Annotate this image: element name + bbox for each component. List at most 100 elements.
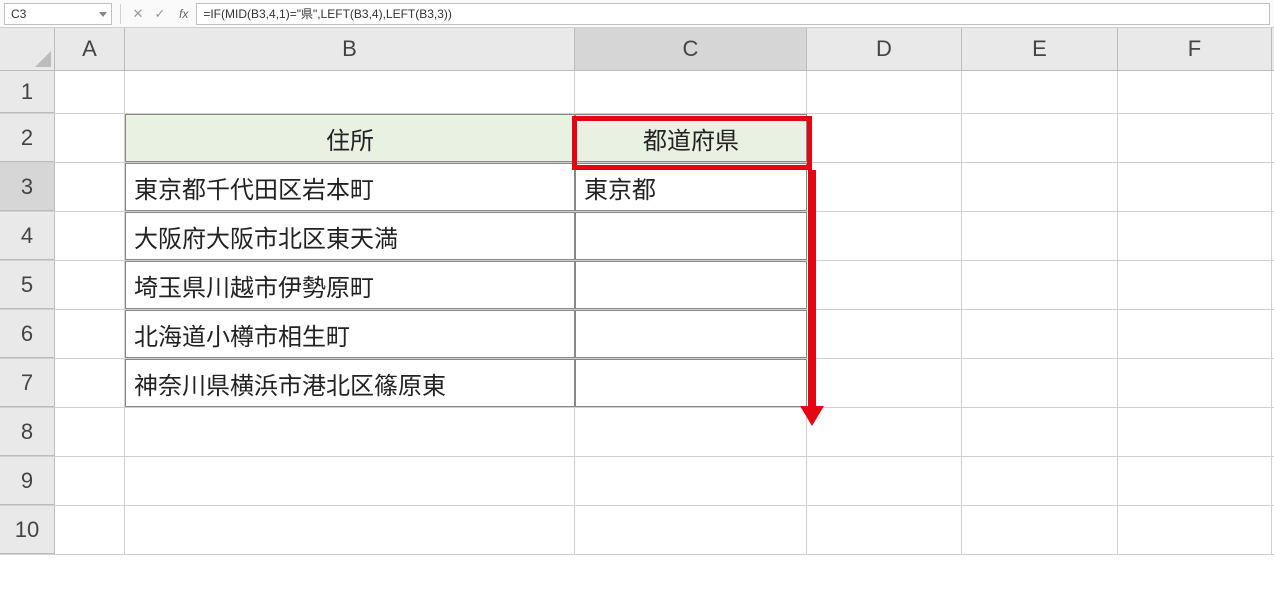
cell-F1[interactable]	[1118, 71, 1272, 113]
cell-A4[interactable]	[55, 212, 125, 260]
row-4: 4 大阪府大阪市北区東天満	[0, 212, 1274, 261]
cell-B6[interactable]: 北海道小樽市相生町	[125, 310, 575, 358]
cell-E4[interactable]	[962, 212, 1118, 260]
row-header-9[interactable]: 9	[0, 457, 55, 505]
col-header-A[interactable]: A	[55, 28, 125, 70]
spreadsheet-grid: A B C D E F 1 2 住所 都道府県 3 東京都千代田区岩本町 東京都…	[0, 28, 1274, 555]
cell-C5[interactable]	[575, 261, 807, 309]
cell-A8[interactable]	[55, 408, 125, 456]
cell-B8[interactable]	[125, 408, 575, 456]
cell-B7[interactable]: 神奈川県横浜市港北区篠原東	[125, 359, 575, 407]
cell-A5[interactable]	[55, 261, 125, 309]
row-header-8[interactable]: 8	[0, 408, 55, 456]
cell-D5[interactable]	[807, 261, 962, 309]
cell-F7[interactable]	[1118, 359, 1272, 407]
cell-F9[interactable]	[1118, 457, 1272, 505]
row-6: 6 北海道小樽市相生町	[0, 310, 1274, 359]
cell-B4[interactable]: 大阪府大阪市北区東天満	[125, 212, 575, 260]
cell-D1[interactable]	[807, 71, 962, 113]
cell-F4[interactable]	[1118, 212, 1272, 260]
cell-B3[interactable]: 東京都千代田区岩本町	[125, 163, 575, 211]
cell-D2[interactable]	[807, 114, 962, 162]
cell-B2[interactable]: 住所	[125, 114, 575, 162]
select-all-corner[interactable]	[0, 28, 55, 70]
cell-D9[interactable]	[807, 457, 962, 505]
cell-E2[interactable]	[962, 114, 1118, 162]
col-header-E[interactable]: E	[962, 28, 1118, 70]
cell-B10[interactable]	[125, 506, 575, 554]
row-header-5[interactable]: 5	[0, 261, 55, 309]
row-5: 5 埼玉県川越市伊勢原町	[0, 261, 1274, 310]
name-box[interactable]: C3	[4, 3, 112, 25]
name-box-value: C3	[11, 7, 26, 21]
confirm-icon[interactable]: ✓	[151, 5, 169, 23]
cell-D8[interactable]	[807, 408, 962, 456]
cell-F8[interactable]	[1118, 408, 1272, 456]
col-header-D[interactable]: D	[807, 28, 962, 70]
cell-C10[interactable]	[575, 506, 807, 554]
row-2: 2 住所 都道府県	[0, 114, 1274, 163]
cell-A7[interactable]	[55, 359, 125, 407]
col-header-B[interactable]: B	[125, 28, 575, 70]
cell-E9[interactable]	[962, 457, 1118, 505]
cell-A10[interactable]	[55, 506, 125, 554]
cell-E10[interactable]	[962, 506, 1118, 554]
cell-F10[interactable]	[1118, 506, 1272, 554]
cell-D4[interactable]	[807, 212, 962, 260]
cell-A9[interactable]	[55, 457, 125, 505]
cancel-icon[interactable]: ✕	[129, 5, 147, 23]
cell-F5[interactable]	[1118, 261, 1272, 309]
cell-E3[interactable]	[962, 163, 1118, 211]
cell-E8[interactable]	[962, 408, 1118, 456]
cell-E5[interactable]	[962, 261, 1118, 309]
cell-D6[interactable]	[807, 310, 962, 358]
row-header-6[interactable]: 6	[0, 310, 55, 358]
row-header-10[interactable]: 10	[0, 506, 55, 554]
cell-A3[interactable]	[55, 163, 125, 211]
row-3: 3 東京都千代田区岩本町 東京都	[0, 163, 1274, 212]
cell-F6[interactable]	[1118, 310, 1272, 358]
formula-input[interactable]: =IF(MID(B3,4,1)="県",LEFT(B3,4),LEFT(B3,3…	[196, 3, 1270, 25]
col-header-C[interactable]: C	[575, 28, 807, 70]
cell-C9[interactable]	[575, 457, 807, 505]
cell-C1[interactable]	[575, 71, 807, 113]
cell-E7[interactable]	[962, 359, 1118, 407]
row-header-2[interactable]: 2	[0, 114, 55, 162]
arrow-line-annotation	[808, 170, 816, 410]
row-10: 10	[0, 506, 1274, 555]
cell-F3[interactable]	[1118, 163, 1272, 211]
cell-A1[interactable]	[55, 71, 125, 113]
cell-A6[interactable]	[55, 310, 125, 358]
row-header-3[interactable]: 3	[0, 163, 55, 211]
cell-B9[interactable]	[125, 457, 575, 505]
row-8: 8	[0, 408, 1274, 457]
chevron-down-icon[interactable]	[99, 12, 107, 17]
cell-B5[interactable]: 埼玉県川越市伊勢原町	[125, 261, 575, 309]
row-header-1[interactable]: 1	[0, 71, 55, 113]
separator	[120, 4, 121, 24]
col-header-F[interactable]: F	[1118, 28, 1272, 70]
cell-B1[interactable]	[125, 71, 575, 113]
cell-D7[interactable]	[807, 359, 962, 407]
formula-text: =IF(MID(B3,4,1)="県",LEFT(B3,4),LEFT(B3,3…	[203, 5, 452, 22]
cell-E1[interactable]	[962, 71, 1118, 113]
fx-icon[interactable]: fx	[179, 7, 188, 21]
cell-C2[interactable]: 都道府県	[575, 114, 807, 162]
cell-C4[interactable]	[575, 212, 807, 260]
cell-A2[interactable]	[55, 114, 125, 162]
row-9: 9	[0, 457, 1274, 506]
row-1: 1	[0, 71, 1274, 114]
cell-E6[interactable]	[962, 310, 1118, 358]
cell-C7[interactable]	[575, 359, 807, 407]
cell-D3[interactable]	[807, 163, 962, 211]
cell-F2[interactable]	[1118, 114, 1272, 162]
cell-C8[interactable]	[575, 408, 807, 456]
cell-C3[interactable]: 東京都	[575, 163, 807, 211]
column-header-row: A B C D E F	[0, 28, 1274, 71]
row-header-7[interactable]: 7	[0, 359, 55, 407]
cell-D10[interactable]	[807, 506, 962, 554]
row-7: 7 神奈川県横浜市港北区篠原東	[0, 359, 1274, 408]
arrow-head-icon	[800, 406, 824, 426]
cell-C6[interactable]	[575, 310, 807, 358]
row-header-4[interactable]: 4	[0, 212, 55, 260]
